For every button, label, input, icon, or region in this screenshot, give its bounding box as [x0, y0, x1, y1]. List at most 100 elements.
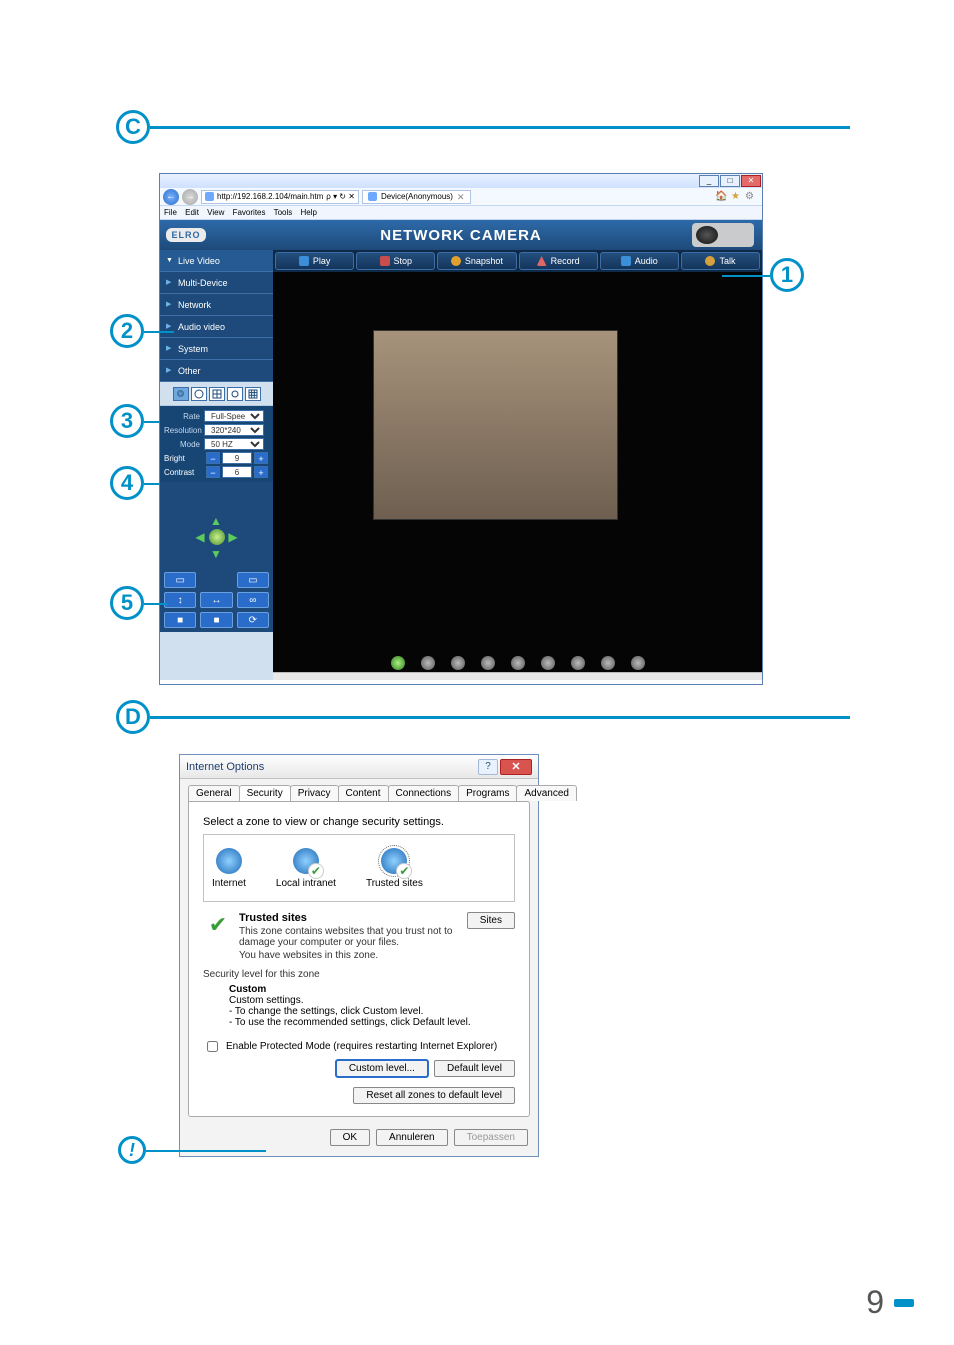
menu-file[interactable]: File: [164, 208, 177, 217]
layout-9[interactable]: [245, 387, 261, 401]
ok-button[interactable]: OK: [330, 1129, 370, 1146]
resolution-select[interactable]: 320*240: [204, 424, 264, 436]
sidebar-item-network[interactable]: Network: [160, 294, 273, 316]
contrast-plus[interactable]: +: [254, 466, 268, 478]
tab-advanced[interactable]: Advanced: [516, 785, 576, 801]
preset-auto[interactable]: ⟳: [237, 612, 269, 628]
mode-select[interactable]: 50 HZ: [204, 438, 264, 450]
preset-loop[interactable]: ∞: [237, 592, 269, 608]
channel-dot-6[interactable]: [541, 656, 555, 670]
stop-button[interactable]: Stop: [356, 252, 435, 270]
ptz-up[interactable]: ▲: [209, 513, 224, 528]
menu-tools[interactable]: Tools: [274, 208, 293, 217]
menu-edit[interactable]: Edit: [185, 208, 199, 217]
zone-trusted-sites[interactable]: Trusted sites: [366, 848, 423, 889]
reset-zones-button[interactable]: Reset all zones to default level: [353, 1087, 515, 1104]
custom-line-2: - To use the recommended settings, click…: [229, 1017, 471, 1028]
tab-programs[interactable]: Programs: [458, 785, 517, 801]
tab-privacy[interactable]: Privacy: [290, 785, 339, 801]
channel-dot-9[interactable]: [631, 656, 645, 670]
preset-2[interactable]: ▭: [237, 572, 269, 588]
window-maximize-button[interactable]: □: [720, 175, 740, 187]
sidebar-item-other[interactable]: Other: [160, 360, 273, 382]
preset-stop1[interactable]: ■: [164, 612, 196, 628]
menu-help[interactable]: Help: [301, 208, 317, 217]
tab-close-icon[interactable]: ✕: [457, 191, 465, 203]
bright-value: 9: [222, 452, 252, 464]
custom-level-button[interactable]: Custom level...: [336, 1060, 428, 1077]
channel-dot-5[interactable]: [511, 656, 525, 670]
tab-content[interactable]: Content: [338, 785, 389, 801]
preset-vert[interactable]: ↕: [164, 592, 196, 608]
tools-icon[interactable]: ⚙: [744, 191, 755, 202]
layout-4[interactable]: [209, 387, 225, 401]
local-intranet-icon: [293, 848, 319, 874]
apply-button[interactable]: Toepassen: [454, 1129, 528, 1146]
window-minimize-button[interactable]: _: [699, 175, 719, 187]
channel-dot-4[interactable]: [481, 656, 495, 670]
ptz-left[interactable]: ◀: [193, 529, 208, 544]
page-footer-accent: [894, 1299, 914, 1307]
url-field[interactable]: http://192.168.2.104/main.htm ρ ▾ ↻ ✕: [201, 190, 359, 204]
horizontal-scrollbar[interactable]: [273, 672, 762, 680]
forward-button[interactable]: →: [182, 189, 198, 205]
talk-button[interactable]: Talk: [681, 252, 760, 270]
home-icon[interactable]: 🏠: [716, 191, 727, 202]
audio-button[interactable]: Audio: [600, 252, 679, 270]
back-button[interactable]: ←: [163, 189, 179, 205]
favorites-icon[interactable]: ★: [730, 191, 741, 202]
dialog-help-button[interactable]: ?: [478, 759, 498, 775]
channel-dot-7[interactable]: [571, 656, 585, 670]
play-button[interactable]: Play: [275, 252, 354, 270]
protected-mode-label: Enable Protected Mode (requires restarti…: [226, 1041, 497, 1052]
rate-select[interactable]: Full-Speed: [204, 410, 264, 422]
callout-3-line: [144, 421, 160, 423]
browser-tab[interactable]: Device(Anonymous) ✕: [362, 190, 471, 204]
select-zone-text: Select a zone to view or change security…: [203, 816, 515, 828]
channel-dot-3[interactable]: [451, 656, 465, 670]
internet-options-dialog: Internet Options ? ✕ General Security Pr…: [179, 754, 539, 1157]
preset-horiz[interactable]: ↔: [200, 592, 232, 608]
tab-favicon: [368, 192, 377, 201]
layout-1[interactable]: [173, 387, 189, 401]
layout-sel[interactable]: [227, 387, 243, 401]
record-button[interactable]: Record: [519, 252, 598, 270]
tab-connections[interactable]: Connections: [388, 785, 460, 801]
bright-plus[interactable]: +: [254, 452, 268, 464]
sidebar-item-live-video[interactable]: Live Video: [160, 250, 273, 272]
zone-name: Trusted sites: [239, 912, 307, 924]
zone-picker[interactable]: Internet Local intranet Trusted sites: [203, 834, 515, 902]
tab-general[interactable]: General: [188, 785, 240, 801]
menu-favorites[interactable]: Favorites: [233, 208, 266, 217]
menu-view[interactable]: View: [207, 208, 224, 217]
zone-local-intranet[interactable]: Local intranet: [276, 848, 336, 889]
channel-dot-8[interactable]: [601, 656, 615, 670]
snapshot-button[interactable]: Snapshot: [437, 252, 516, 270]
dialog-close-button[interactable]: ✕: [500, 759, 532, 775]
tab-security[interactable]: Security: [239, 785, 291, 801]
window-close-button[interactable]: ✕: [741, 175, 761, 187]
bright-minus[interactable]: −: [206, 452, 220, 464]
contrast-minus[interactable]: −: [206, 466, 220, 478]
layout-2[interactable]: [191, 387, 207, 401]
sidebar-item-system[interactable]: System: [160, 338, 273, 360]
security-level-section: Security level for this zone Custom Cust…: [203, 969, 515, 1104]
channel-dot-2[interactable]: [421, 656, 435, 670]
zone-label: Local intranet: [276, 878, 336, 889]
url-suffix-icons: ρ ▾ ↻ ✕: [326, 191, 355, 203]
sidebar-item-multi-device[interactable]: Multi-Device: [160, 272, 273, 294]
ptz-right[interactable]: ▶: [226, 529, 241, 544]
preset-stop2[interactable]: ■: [200, 612, 232, 628]
video-settings: Rate Full-Speed Resolution 320*240 Mode …: [160, 406, 273, 482]
sidebar-item-audio-video[interactable]: Audio video: [160, 316, 273, 338]
site-favicon: [205, 192, 214, 201]
sites-button[interactable]: Sites: [467, 912, 515, 929]
preset-1[interactable]: ▭: [164, 572, 196, 588]
default-level-button[interactable]: Default level: [434, 1060, 515, 1077]
ptz-center[interactable]: [209, 529, 225, 545]
protected-mode-checkbox[interactable]: [207, 1041, 218, 1052]
zone-internet[interactable]: Internet: [212, 848, 246, 889]
ptz-down[interactable]: ▼: [209, 546, 224, 561]
channel-dot-1[interactable]: [391, 656, 405, 670]
cancel-button[interactable]: Annuleren: [376, 1129, 448, 1146]
